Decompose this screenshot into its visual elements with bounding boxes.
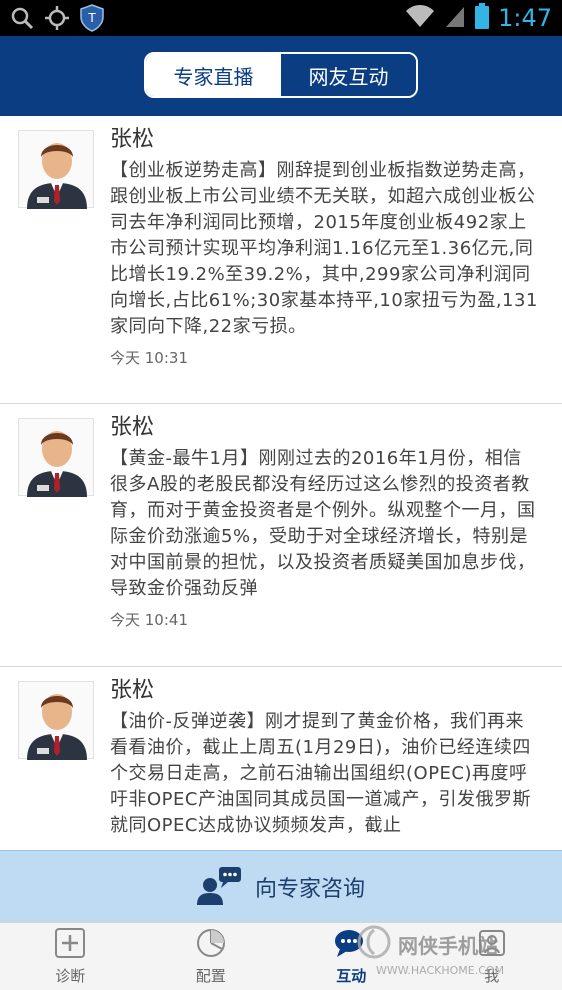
author-name: 张松 [110, 678, 155, 703]
chat-user-icon [196, 865, 243, 909]
watermark: 网侠手机站 WWW.HACKHOME.COM [356, 924, 556, 984]
segmented-control: 专家直播 网友互动 [144, 52, 418, 98]
watermark-url: WWW.HACKHOME.COM [376, 964, 505, 977]
svg-text:T: T [87, 11, 96, 25]
consult-expert-button[interactable]: 向专家咨询 [0, 850, 562, 922]
watermark-logo-icon [356, 924, 392, 964]
tab-user-interaction[interactable]: 网友互动 [281, 54, 416, 96]
tab-expert-live[interactable]: 专家直播 [146, 54, 281, 96]
tab-label: 诊断 [55, 967, 86, 985]
shield-icon: T [80, 4, 104, 36]
header: 专家直播 网友互动 [0, 36, 562, 116]
post-item[interactable]: 张松 【油价-反弹逆袭】刚才提到了黄金价格，我们再来看看油价，截止上周五(1月2… [0, 667, 562, 850]
post-content: 【油价-反弹逆袭】刚才提到了黄金价格，我们再来看看油价，截止上周五(1月29日)… [110, 711, 531, 836]
post-timestamp: 今天 10:31 [110, 349, 188, 367]
gps-icon [44, 5, 70, 35]
post-timestamp: 今天 10:41 [110, 611, 188, 629]
pie-chart-icon [195, 927, 227, 963]
avatar [18, 130, 94, 209]
post-feed[interactable]: 张松 【创业板逆势走高】刚辞提到创业板指数逆势走高，跟创业板上市公司业绩不无关联… [0, 116, 562, 850]
status-bar: T 1:47 [0, 0, 562, 36]
author-name: 张松 [110, 127, 155, 152]
post-content: 【创业板逆势走高】刚辞提到创业板指数逆势走高，跟创业板上市公司业绩不无关联，如超… [110, 160, 538, 337]
tab-config[interactable]: 配置 [141, 923, 282, 990]
watermark-title: 网侠手机站 [398, 933, 498, 958]
plus-box-icon [54, 927, 86, 963]
wifi-icon [404, 3, 436, 33]
search-icon [10, 6, 34, 34]
avatar [18, 681, 94, 760]
battery-icon [474, 2, 490, 34]
clock: 1:47 [498, 4, 552, 32]
avatar [18, 418, 94, 497]
signal-icon [444, 3, 466, 33]
post-item[interactable]: 张松 【黄金-最牛1月】刚刚过去的2016年1月份，相信很多A股的老股民都没有经… [0, 404, 562, 667]
post-content: 【黄金-最牛1月】刚刚过去的2016年1月份，相信很多A股的老股民都没有经历过这… [110, 448, 536, 599]
author-name: 张松 [110, 415, 155, 440]
post-item[interactable]: 张松 【创业板逆势走高】刚辞提到创业板指数逆势走高，跟创业板上市公司业绩不无关联… [0, 116, 562, 404]
tab-label: 配置 [195, 967, 226, 985]
consult-label: 向专家咨询 [254, 876, 365, 902]
tab-diagnose[interactable]: 诊断 [0, 923, 141, 990]
